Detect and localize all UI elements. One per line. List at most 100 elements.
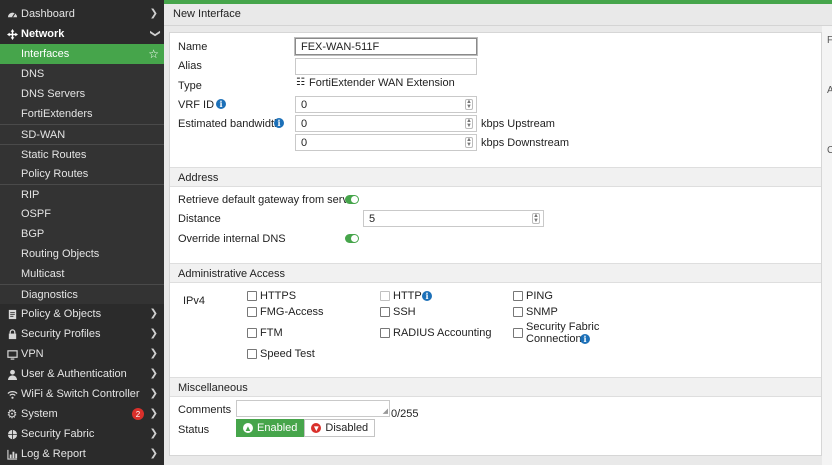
nav-label: WiFi & Switch Controller bbox=[21, 388, 140, 400]
http-checkbox[interactable] bbox=[380, 291, 390, 301]
security-fabric-label-line2: Connection bbox=[526, 333, 582, 345]
nav-label: Log & Report bbox=[21, 448, 86, 460]
spinner-icon[interactable]: ▲ ▼ bbox=[465, 137, 473, 148]
nav-dashboard[interactable]: Dashboard ❯ bbox=[0, 4, 164, 24]
type-value: FortiExtender WAN Extension bbox=[309, 77, 455, 89]
spinner-icon[interactable]: ▲ ▼ bbox=[465, 118, 473, 129]
nav-policy-objects[interactable]: Policy & Objects ❯ bbox=[0, 304, 164, 324]
nav-ospf[interactable]: OSPF bbox=[0, 204, 164, 224]
nav-network[interactable]: Network ❯ bbox=[0, 24, 164, 44]
ftm-checkbox[interactable] bbox=[247, 328, 257, 338]
nav-vpn[interactable]: VPN ❯ bbox=[0, 344, 164, 364]
nav-wifi-switch[interactable]: WiFi & Switch Controller ❯ bbox=[0, 384, 164, 404]
override-dns-toggle[interactable] bbox=[345, 234, 359, 243]
nav-routing-objects[interactable]: Routing Objects bbox=[0, 244, 164, 264]
nav-label: Multicast bbox=[21, 268, 65, 280]
info-icon[interactable]: i bbox=[274, 118, 284, 128]
nav-label: Security Fabric bbox=[21, 428, 95, 440]
dashboard-icon bbox=[6, 8, 18, 20]
distance-input[interactable]: 5 ▲ ▼ bbox=[363, 210, 544, 227]
nav-diagnostics[interactable]: Diagnostics bbox=[0, 284, 164, 304]
nav-security-profiles[interactable]: Security Profiles ❯ bbox=[0, 324, 164, 344]
gear-icon: ⚙ bbox=[6, 407, 18, 421]
status-enabled-button[interactable]: ▲ Enabled bbox=[236, 419, 305, 437]
chevron-right-icon: ❯ bbox=[149, 388, 158, 399]
info-icon[interactable]: i bbox=[580, 334, 590, 344]
nav-security-fabric[interactable]: Security Fabric ❯ bbox=[0, 424, 164, 444]
chevron-right-icon: ❯ bbox=[149, 428, 158, 439]
downstream-value: 0 bbox=[301, 136, 308, 149]
nav-rip[interactable]: RIP bbox=[0, 184, 164, 204]
radius-accounting-checkbox[interactable] bbox=[380, 328, 390, 338]
status-disabled-button[interactable]: ▼ Disabled bbox=[304, 419, 376, 437]
section-title: Address bbox=[178, 172, 219, 184]
nav-bgp[interactable]: BGP bbox=[0, 224, 164, 244]
snmp-label: SNMP bbox=[526, 306, 558, 318]
vrf-id-input[interactable]: 0 ▲ ▼ bbox=[295, 96, 477, 113]
ping-label: PING bbox=[526, 290, 553, 302]
spinner-icon[interactable]: ▲ ▼ bbox=[532, 213, 540, 224]
chevron-right-icon: ❯ bbox=[149, 408, 158, 419]
chevron-right-icon: ❯ bbox=[149, 328, 158, 339]
page-title: New Interface bbox=[173, 8, 241, 20]
ping-checkbox[interactable] bbox=[513, 291, 523, 301]
section-title: Miscellaneous bbox=[178, 382, 248, 394]
arrow-down-circle-icon: ▼ bbox=[311, 423, 322, 433]
fortiextender-icon: ☷ bbox=[296, 77, 305, 88]
nav-label: BGP bbox=[21, 228, 45, 240]
distance-label: Distance bbox=[178, 213, 221, 225]
alias-input[interactable] bbox=[295, 58, 477, 75]
https-label: HTTPS bbox=[260, 290, 297, 302]
nav-log-report[interactable]: Log & Report ❯ bbox=[0, 444, 164, 464]
chevron-right-icon: ❯ bbox=[149, 348, 158, 359]
nav-label: OSPF bbox=[21, 208, 51, 220]
nav-system[interactable]: ⚙ System 2 ❯ bbox=[0, 404, 164, 424]
comments-label: Comments bbox=[178, 404, 232, 416]
nav-dns[interactable]: DNS bbox=[0, 64, 164, 84]
chevron-down-icon: ❯ bbox=[149, 29, 161, 38]
security-fabric-checkbox[interactable] bbox=[513, 328, 523, 338]
misc-section-header: Miscellaneous bbox=[170, 377, 821, 397]
retrieve-gateway-toggle[interactable] bbox=[345, 195, 359, 204]
nav-policy-routes[interactable]: Policy Routes bbox=[0, 164, 164, 184]
upstream-input[interactable]: 0 ▲ ▼ bbox=[295, 115, 477, 132]
button-label: Enabled bbox=[257, 422, 298, 434]
nav-label: Dashboard bbox=[21, 8, 75, 20]
name-input[interactable]: FEX-WAN-511F bbox=[295, 38, 477, 55]
comments-textarea[interactable]: ◢ bbox=[236, 400, 390, 417]
bandwidth-label: Estimated bandwidth bbox=[178, 118, 281, 130]
fabric-icon bbox=[6, 428, 18, 440]
sidebar: Dashboard ❯ Network ❯ Interfaces ☆ DNS D… bbox=[0, 0, 164, 465]
nav-label: DNS bbox=[21, 68, 45, 80]
name-label: Name bbox=[178, 41, 208, 53]
nav-multicast[interactable]: Multicast bbox=[0, 264, 164, 284]
admin-access-section-header: Administrative Access bbox=[170, 263, 821, 283]
http-label: HTTP bbox=[393, 290, 422, 302]
speed-test-checkbox[interactable] bbox=[247, 349, 257, 359]
chevron-right-icon: ❯ bbox=[149, 448, 158, 459]
spinner-icon[interactable]: ▲ ▼ bbox=[465, 99, 473, 110]
nav-label: Routing Objects bbox=[21, 248, 100, 260]
https-checkbox[interactable] bbox=[247, 291, 257, 301]
info-icon[interactable]: i bbox=[216, 99, 226, 109]
nav-sdwan[interactable]: SD-WAN bbox=[0, 124, 164, 144]
top-accent-bar bbox=[164, 0, 832, 4]
fmg-access-checkbox[interactable] bbox=[247, 307, 257, 317]
nav-static-routes[interactable]: Static Routes bbox=[0, 144, 164, 164]
downstream-input[interactable]: 0 ▲ ▼ bbox=[295, 134, 477, 151]
info-icon[interactable]: i bbox=[422, 291, 432, 301]
nav-fortiextenders[interactable]: FortiExtenders bbox=[0, 104, 164, 124]
nav-label: FortiExtenders bbox=[21, 108, 93, 120]
radius-accounting-label: RADIUS Accounting bbox=[393, 327, 492, 339]
ftm-label: FTM bbox=[260, 327, 283, 339]
nav-interfaces[interactable]: Interfaces ☆ bbox=[0, 44, 164, 64]
upstream-unit: kbps Upstream bbox=[481, 118, 555, 130]
resize-handle-icon[interactable]: ◢ bbox=[383, 408, 388, 415]
ssh-checkbox[interactable] bbox=[380, 307, 390, 317]
favorite-star-icon[interactable]: ☆ bbox=[148, 47, 159, 61]
nav-label: DNS Servers bbox=[21, 88, 86, 100]
side-panel-label: C bbox=[827, 145, 832, 156]
nav-user-auth[interactable]: User & Authentication ❯ bbox=[0, 364, 164, 384]
nav-dns-servers[interactable]: DNS Servers bbox=[0, 84, 164, 104]
snmp-checkbox[interactable] bbox=[513, 307, 523, 317]
